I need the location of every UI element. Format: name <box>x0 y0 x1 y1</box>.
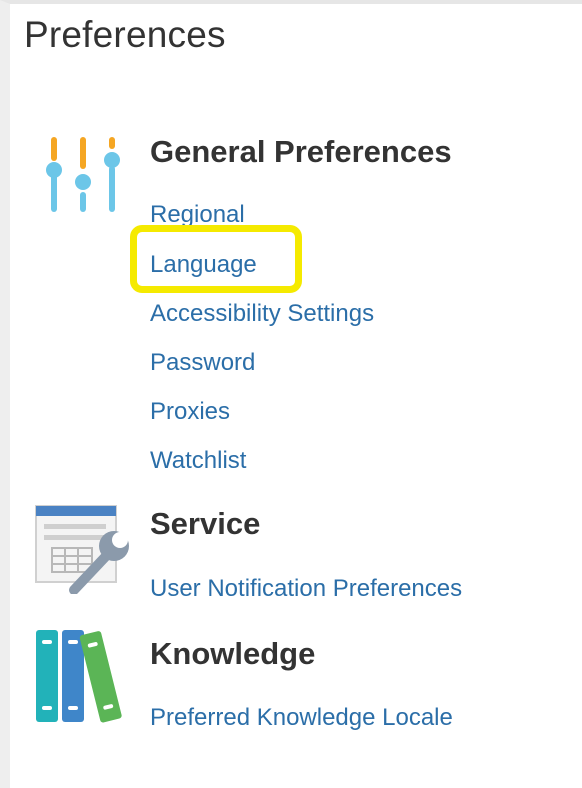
sliders-icon <box>46 137 120 212</box>
link-user-notification-preferences[interactable]: User Notification Preferences <box>150 575 462 603</box>
link-proxies[interactable]: Proxies <box>150 398 230 426</box>
link-preferred-knowledge-locale[interactable]: Preferred Knowledge Locale <box>150 704 453 732</box>
link-language[interactable]: Language <box>150 251 257 279</box>
section-heading-general-preferences: General Preferences <box>150 134 452 169</box>
section-heading-knowledge: Knowledge <box>150 636 316 671</box>
page-title: Preferences <box>24 14 226 55</box>
link-watchlist[interactable]: Watchlist <box>150 447 246 475</box>
link-regional[interactable]: Regional <box>150 201 245 229</box>
link-password[interactable]: Password <box>150 349 255 377</box>
service-tools-icon <box>35 505 129 594</box>
books-icon <box>36 630 122 723</box>
section-heading-service: Service <box>150 506 261 541</box>
link-accessibility-settings[interactable]: Accessibility Settings <box>150 300 374 328</box>
